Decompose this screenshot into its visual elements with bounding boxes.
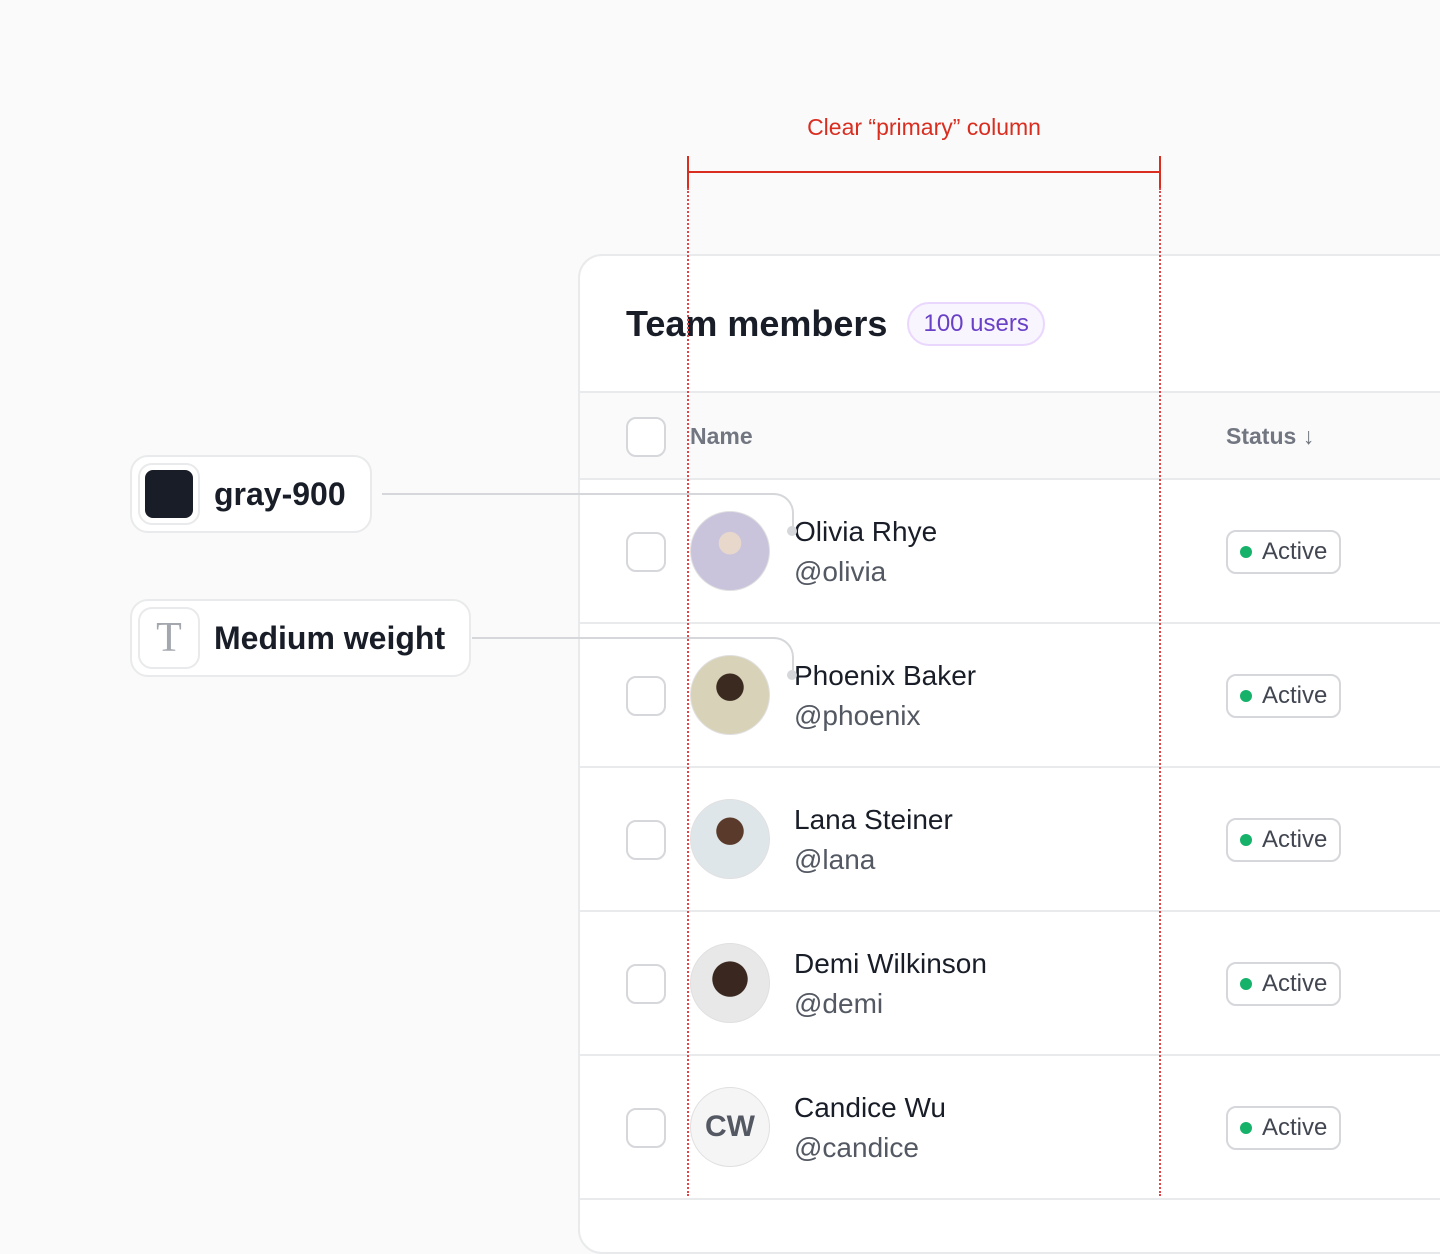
table-row[interactable]: Lana Steiner @lana Active bbox=[580, 768, 1440, 912]
status-dot-icon bbox=[1240, 546, 1252, 558]
status-badge: Active bbox=[1226, 530, 1342, 574]
status-dot-icon bbox=[1240, 978, 1252, 990]
table-row[interactable]: Olivia Rhye @olivia Active bbox=[580, 480, 1440, 624]
table-row[interactable]: CW Candice Wu @candice Active bbox=[580, 1056, 1440, 1200]
row-checkbox[interactable] bbox=[626, 820, 666, 860]
row-checkbox[interactable] bbox=[626, 1108, 666, 1148]
connector-knob bbox=[787, 670, 797, 680]
member-handle: @candice bbox=[794, 1132, 919, 1163]
connector bbox=[472, 637, 770, 639]
status-label: Active bbox=[1262, 1114, 1328, 1141]
member-handle: @lana bbox=[794, 844, 876, 875]
weight-tag-label: Medium weight bbox=[214, 619, 446, 656]
row-checkbox[interactable] bbox=[626, 964, 666, 1004]
status-column-header[interactable]: Status ↓ bbox=[1226, 423, 1314, 450]
table-row[interactable]: Phoenix Baker @phoenix Active bbox=[580, 624, 1440, 768]
member-name: Demi Wilkinson bbox=[794, 948, 987, 979]
weight-tag: T Medium weight bbox=[130, 599, 472, 677]
member-handle: @demi bbox=[794, 988, 884, 1019]
name-column-header[interactable]: Name bbox=[690, 423, 753, 450]
status-dot-icon bbox=[1240, 1122, 1252, 1134]
status-header-label: Status bbox=[1226, 423, 1297, 449]
member-name: Candice Wu bbox=[794, 1092, 947, 1123]
row-checkbox[interactable] bbox=[626, 532, 666, 572]
card-title: Team members bbox=[626, 302, 888, 344]
user-count-badge: 100 users bbox=[907, 301, 1045, 346]
avatar-initials: CW bbox=[705, 1110, 755, 1143]
guide-right bbox=[1159, 188, 1161, 1196]
row-checkbox[interactable] bbox=[626, 676, 666, 716]
arrow-down-icon: ↓ bbox=[1302, 423, 1315, 449]
select-all-checkbox[interactable] bbox=[626, 417, 666, 457]
member-name: Phoenix Baker bbox=[794, 660, 977, 691]
color-swatch-icon bbox=[138, 463, 200, 525]
member-name: Lana Steiner bbox=[794, 804, 953, 835]
text-type-icon: T bbox=[138, 607, 200, 669]
status-dot-icon bbox=[1240, 690, 1252, 702]
member-name: Olivia Rhye bbox=[794, 516, 938, 547]
status-badge: Active bbox=[1226, 674, 1342, 718]
avatar bbox=[690, 799, 770, 879]
color-tag-label: gray-900 bbox=[214, 475, 346, 512]
member-handle: @olivia bbox=[794, 556, 887, 587]
status-dot-icon bbox=[1240, 834, 1252, 846]
status-label: Active bbox=[1262, 826, 1328, 853]
table-header: Name Status ↓ bbox=[580, 391, 1440, 480]
avatar: CW bbox=[690, 1087, 770, 1167]
guide-left bbox=[687, 188, 689, 1196]
connector-knob bbox=[787, 526, 797, 536]
color-tag: gray-900 bbox=[130, 455, 372, 533]
avatar bbox=[690, 943, 770, 1023]
status-label: Active bbox=[1262, 970, 1328, 997]
connector bbox=[382, 493, 770, 495]
team-members-card: Team members 100 users Name Status ↓ Oli… bbox=[578, 254, 1440, 1254]
status-badge: Active bbox=[1226, 1106, 1342, 1150]
status-badge: Active bbox=[1226, 818, 1342, 862]
table-row[interactable]: Demi Wilkinson @demi Active bbox=[580, 912, 1440, 1056]
avatar bbox=[690, 655, 770, 735]
status-label: Active bbox=[1262, 682, 1328, 709]
avatar bbox=[690, 511, 770, 591]
status-badge: Active bbox=[1226, 962, 1342, 1006]
status-label: Active bbox=[1262, 538, 1328, 565]
primary-column-annotation: Clear “primary” column bbox=[807, 114, 1041, 140]
member-handle: @phoenix bbox=[794, 700, 921, 731]
bracket-line bbox=[688, 171, 1160, 173]
